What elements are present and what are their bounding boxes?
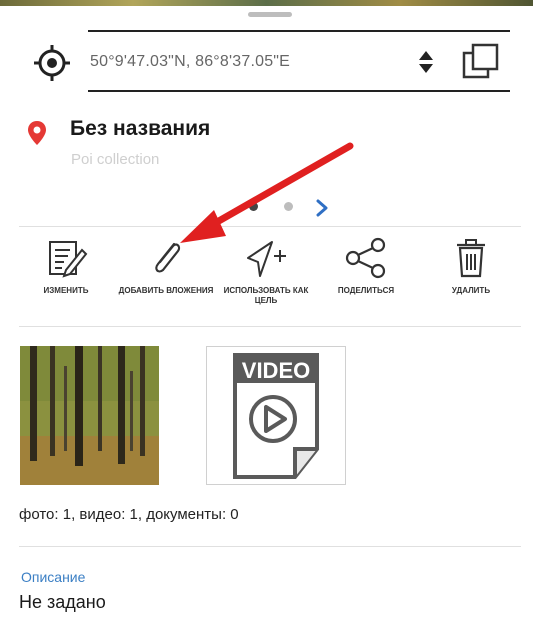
video-label: VIDEO <box>242 358 310 383</box>
edit-label: изменить <box>43 286 89 295</box>
share-button[interactable]: поделиться <box>318 236 414 326</box>
format-toggle-icon[interactable] <box>418 49 434 80</box>
coordinates-row: 50°9'47.03"N, 86°8'37.05"E <box>28 37 508 89</box>
share-icon <box>345 237 386 279</box>
edit-icon <box>49 241 88 278</box>
add-attachments-button[interactable]: добавить вложения <box>118 236 214 326</box>
description-label: Описание <box>21 569 86 585</box>
top-rule <box>88 30 510 32</box>
delete-button[interactable]: удалить <box>423 236 519 326</box>
share-label: поделиться <box>337 286 395 295</box>
drag-handle[interactable] <box>248 12 292 17</box>
paperclip-icon <box>155 242 181 273</box>
gps-target-icon[interactable] <box>32 43 72 88</box>
use-as-destination-button[interactable]: использовать как цель <box>218 236 314 326</box>
bottom-rule <box>88 90 510 92</box>
chevron-right-icon[interactable] <box>315 198 329 223</box>
edit-button[interactable]: изменить <box>18 236 114 326</box>
action-bar: изменить добавить вложения использовать … <box>0 236 533 326</box>
add-attachments-label: добавить вложения <box>118 286 214 295</box>
navigate-plus-icon <box>247 241 286 277</box>
trash-icon <box>457 239 485 278</box>
poi-title: Без названия <box>70 117 211 140</box>
attachment-counts: фото: 1, видео: 1, документы: 0 <box>19 506 239 523</box>
page-dot-inactive[interactable] <box>284 202 293 211</box>
divider <box>19 226 521 227</box>
location-pin-icon <box>27 120 47 151</box>
use-as-destination-label: использовать как цель <box>223 286 309 305</box>
divider <box>19 546 521 547</box>
photo-thumbnail[interactable] <box>20 346 159 485</box>
page-dot-active <box>249 202 258 211</box>
coordinates-text: 50°9'47.03"N, 86°8'37.05"E <box>90 53 291 70</box>
copy-icon[interactable] <box>460 41 502 88</box>
forest-photo <box>20 346 159 485</box>
delete-label: удалить <box>451 286 491 295</box>
video-file-icon: VIDEO <box>233 353 319 479</box>
description-value: Не задано <box>19 592 106 612</box>
map-background-strip <box>0 0 533 6</box>
video-thumbnail[interactable]: VIDEO <box>206 346 346 485</box>
page-indicator <box>244 196 344 218</box>
poi-subtitle: Poi collection <box>71 151 160 168</box>
divider <box>19 326 521 327</box>
